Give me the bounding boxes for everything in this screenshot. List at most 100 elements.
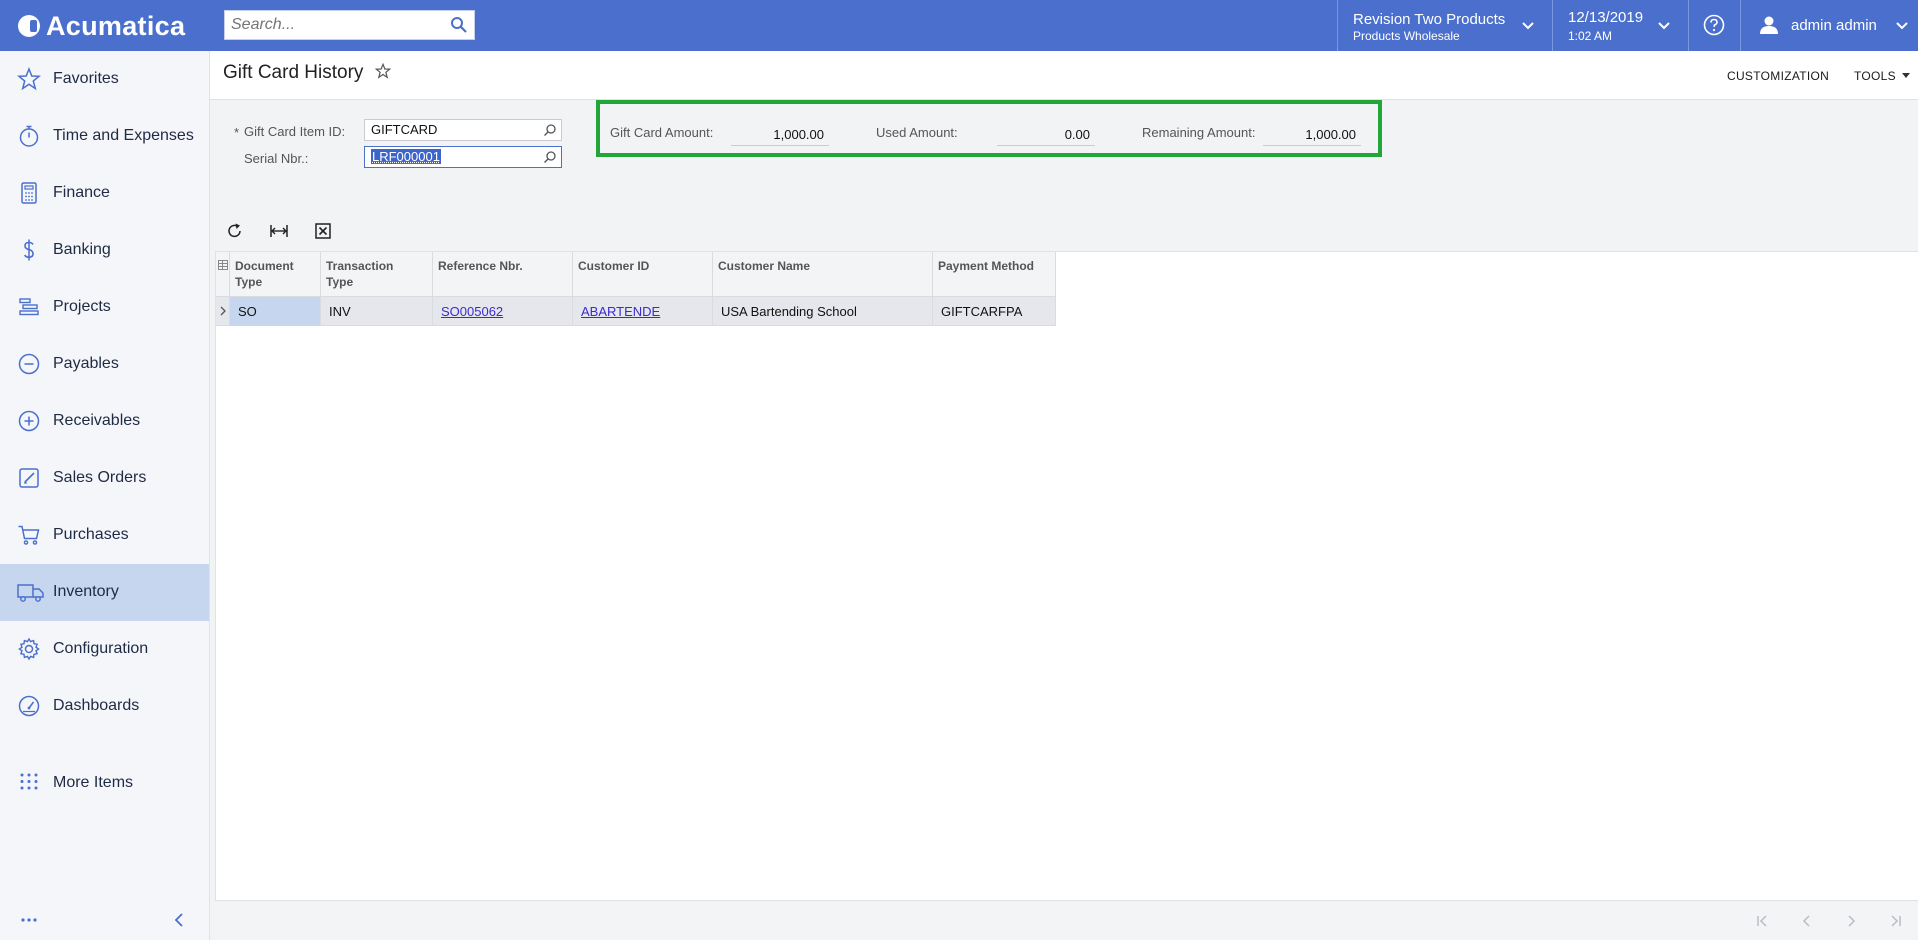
gift-card-amount-value: 1,000.00 <box>731 124 829 146</box>
business-date: 12/13/2019 <box>1568 9 1644 26</box>
column-header-document-type[interactable]: Document Type <box>230 252 321 297</box>
export-excel-icon[interactable] <box>313 221 333 241</box>
sidebar-item-label: Sales Orders <box>53 469 147 486</box>
stopwatch-icon <box>19 125 39 147</box>
tools-menu[interactable]: TOOLS <box>1854 69 1896 83</box>
remaining-amount-label: Remaining Amount: <box>1142 125 1256 140</box>
sidebar-item-label: Purchases <box>53 526 129 543</box>
user-icon <box>1760 16 1778 34</box>
cell-payment-method[interactable]: GIFTCARFPA <box>933 297 1056 326</box>
grid-toolbar <box>210 216 610 246</box>
sidebar-item-label: Finance <box>53 184 110 201</box>
caret-down-icon <box>1902 73 1910 78</box>
sidebar-item-favorites[interactable]: Favorites <box>0 51 209 108</box>
refresh-icon[interactable] <box>225 221 245 241</box>
required-marker: * <box>234 125 240 140</box>
column-header-customer-id[interactable]: Customer ID <box>573 252 713 297</box>
lookup-icon[interactable] <box>543 150 557 164</box>
star-icon <box>17 67 41 91</box>
column-settings-icon[interactable] <box>218 260 228 270</box>
amount-summary: Gift Card Amount: 1,000.00 Used Amount: … <box>596 100 1382 157</box>
reference-nbr-link[interactable]: SO005062 <box>441 304 503 319</box>
cell-customer-name[interactable]: USA Bartending School <box>713 297 933 326</box>
sidebar-item-inventory[interactable]: Inventory <box>0 564 209 621</box>
cell-document-type[interactable]: SO <box>230 297 321 326</box>
customization-menu[interactable]: CUSTOMIZATION <box>1727 69 1829 83</box>
top-bar: Acumatica Revision Two Products Products… <box>0 0 1918 51</box>
gauge-icon <box>18 695 40 717</box>
sidebar-item-label: Banking <box>53 241 111 258</box>
next-page-icon[interactable] <box>1843 913 1859 929</box>
gift-card-item-field[interactable]: GIFTCARD <box>364 119 562 141</box>
sidebar-item-label: Time and Expenses <box>53 127 194 144</box>
sidebar-item-finance[interactable]: Finance <box>0 165 209 222</box>
sidebar-item-label: More Items <box>53 774 134 791</box>
user-name: admin admin <box>1791 17 1877 34</box>
first-page-icon[interactable] <box>1755 913 1771 929</box>
column-header-customer-name[interactable]: Customer Name <box>713 252 933 297</box>
chevron-down-icon <box>1658 22 1670 30</box>
cell-transaction-type[interactable]: INV <box>321 297 433 326</box>
fit-width-icon[interactable] <box>269 221 289 241</box>
sidebar-item-banking[interactable]: Banking <box>0 222 209 279</box>
sidebar-item-more-items[interactable]: More Items <box>0 755 209 812</box>
sidebar-item-receivables[interactable]: Receivables <box>0 393 209 450</box>
brand-name: Acumatica <box>46 10 186 41</box>
used-amount-value: 0.00 <box>997 124 1095 146</box>
minus-circle-icon <box>18 353 40 375</box>
company-name: Revision Two Products <box>1353 11 1506 28</box>
customer-id-link[interactable]: ABARTENDE <box>581 304 660 319</box>
grid-header: Document Type Transaction Type Reference N… <box>216 252 1056 297</box>
main-content: Gift Card History CUSTOMIZATION TOOLS * … <box>210 51 1918 940</box>
acumatica-logo[interactable]: Acumatica <box>18 10 185 42</box>
previous-page-icon[interactable] <box>1799 913 1815 929</box>
lookup-icon[interactable] <box>543 123 557 137</box>
chevron-down-icon <box>1896 22 1908 30</box>
gear-icon <box>18 637 40 661</box>
search-box[interactable] <box>224 10 475 40</box>
truck-icon <box>17 584 44 602</box>
page-title: Gift Card History <box>223 62 364 83</box>
row-selector[interactable] <box>216 297 230 326</box>
sidebar-item-configuration[interactable]: Configuration <box>0 621 209 678</box>
sidebar-item-label: Inventory <box>53 583 119 600</box>
cell-reference-nbr[interactable]: SO005062 <box>433 297 573 326</box>
sidebar-item-time-and-expenses[interactable]: Time and Expenses <box>0 108 209 165</box>
sidebar: Favorites Time and Expenses Finance Bank… <box>0 51 210 940</box>
cart-icon <box>18 525 40 545</box>
sidebar-item-label: Dashboards <box>53 697 140 714</box>
table-row[interactable]: SO INV SO005062 ABARTENDE USA Bartending… <box>216 297 1056 326</box>
sidebar-item-label: Configuration <box>53 640 149 657</box>
help-icon <box>1703 14 1725 36</box>
column-config-cell[interactable] <box>216 252 230 297</box>
collapse-sidebar-icon[interactable] <box>172 912 186 928</box>
gift-card-amount-label: Gift Card Amount: <box>610 125 714 140</box>
user-menu[interactable]: admin admin <box>1740 0 1918 51</box>
dollar-icon <box>23 239 34 261</box>
sidebar-item-dashboards[interactable]: Dashboards <box>0 678 209 735</box>
sidebar-item-label: Receivables <box>53 412 141 429</box>
favorite-star-icon[interactable] <box>375 63 391 79</box>
grid-dots-icon <box>20 773 38 790</box>
last-page-icon[interactable] <box>1887 913 1903 929</box>
search-icon[interactable] <box>450 16 468 34</box>
serial-nbr-value: LRF000001 <box>371 149 441 164</box>
plus-circle-icon <box>18 410 40 432</box>
sidebar-item-purchases[interactable]: Purchases <box>0 507 209 564</box>
column-header-reference-nbr[interactable]: Reference Nbr. <box>433 252 573 297</box>
sidebar-item-sales-orders[interactable]: Sales Orders <box>0 450 209 507</box>
help-button[interactable] <box>1688 0 1740 51</box>
business-date-selector[interactable]: 12/13/2019 1:02 AM <box>1552 0 1688 51</box>
more-options-icon[interactable] <box>20 917 38 923</box>
column-header-payment-method[interactable]: Payment Method <box>933 252 1056 297</box>
gift-card-item-value: GIFTCARD <box>371 122 438 137</box>
sidebar-item-payables[interactable]: Payables <box>0 336 209 393</box>
column-header-transaction-type[interactable]: Transaction Type <box>321 252 433 297</box>
serial-nbr-field[interactable]: LRF000001 <box>364 146 562 168</box>
cell-customer-id[interactable]: ABARTENDE <box>573 297 713 326</box>
branch-selector[interactable]: Revision Two Products Products Wholesale <box>1337 0 1552 51</box>
search-input[interactable] <box>225 11 435 39</box>
calculator-icon <box>21 182 37 204</box>
serial-nbr-label: Serial Nbr.: <box>244 151 309 166</box>
sidebar-item-projects[interactable]: Projects <box>0 279 209 336</box>
